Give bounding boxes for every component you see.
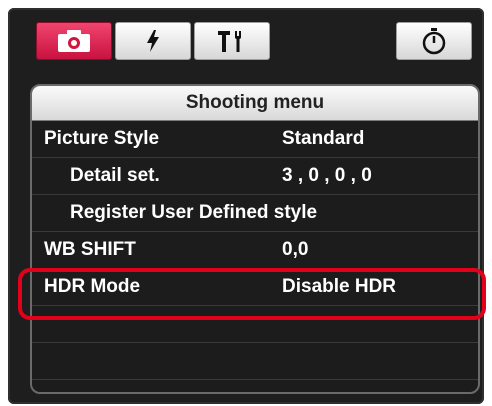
row-label: Detail set. — [70, 165, 160, 186]
menu-tab-bar — [36, 22, 270, 62]
row-label: HDR Mode — [44, 276, 141, 297]
flash-icon — [147, 30, 159, 52]
menu-row-register-user-style[interactable]: Register User Defined style — [32, 195, 478, 232]
menu-row-hdr-mode[interactable]: HDR Mode Disable HDR — [32, 269, 478, 306]
menu-row-empty — [32, 306, 478, 343]
menu-row-wb-shift[interactable]: WB SHIFT 0,0 — [32, 232, 478, 269]
shooting-menu: Shooting menu Picture Style Standard Det… — [30, 84, 480, 394]
timer-icon — [422, 28, 446, 55]
menu-row-detail-set[interactable]: Detail set. 3 , 0 , 0 , 0 — [32, 158, 478, 195]
tab-flash[interactable] — [115, 22, 191, 60]
tab-timer[interactable] — [396, 22, 472, 60]
row-value: 0,0 — [282, 239, 309, 260]
row-value: Standard — [282, 128, 365, 149]
menu-title: Shooting menu — [32, 86, 478, 121]
row-label: WB SHIFT — [44, 239, 136, 260]
row-value: 3 , 0 , 0 , 0 — [282, 165, 372, 186]
row-label: Register User Defined style — [70, 202, 318, 223]
tools-icon — [218, 31, 241, 52]
row-label: Picture Style — [44, 128, 160, 149]
menu-row-empty — [32, 343, 478, 380]
menu-row-picture-style[interactable]: Picture Style Standard — [32, 121, 478, 158]
tab-tools[interactable] — [194, 22, 270, 60]
row-value: Disable HDR — [282, 276, 397, 297]
camera-icon — [58, 30, 90, 52]
tab-shooting[interactable] — [36, 22, 112, 60]
